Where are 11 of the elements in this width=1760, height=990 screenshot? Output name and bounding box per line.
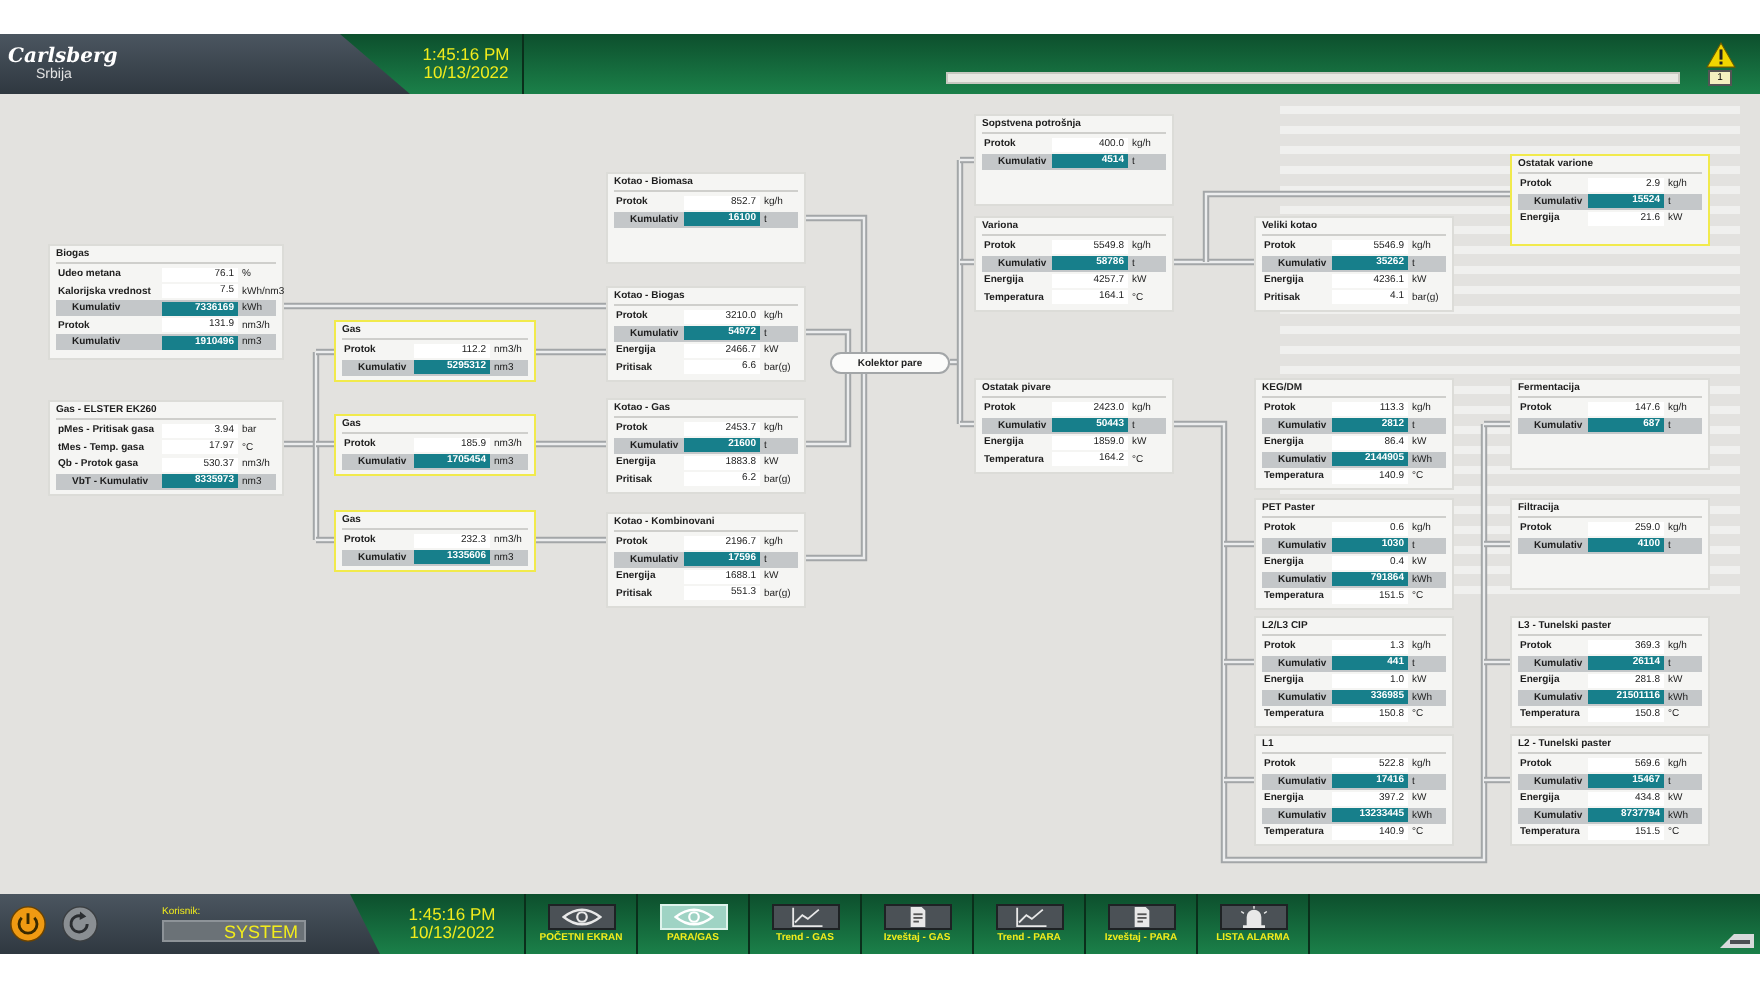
warning-icon[interactable] (1705, 42, 1735, 68)
clock-time: 1:45:16 PM (408, 906, 496, 924)
power-icon[interactable] (10, 906, 46, 942)
clock-time: 1:45:16 PM (422, 46, 510, 64)
logo-icon (1716, 930, 1756, 950)
eye-icon (559, 906, 603, 928)
user-field: SYSTEM (162, 920, 306, 942)
eye-icon (671, 906, 715, 928)
clock-date: 10/13/2022 (423, 64, 509, 82)
clock-date: 10/13/2022 (409, 924, 495, 942)
refresh-icon[interactable] (62, 906, 98, 942)
